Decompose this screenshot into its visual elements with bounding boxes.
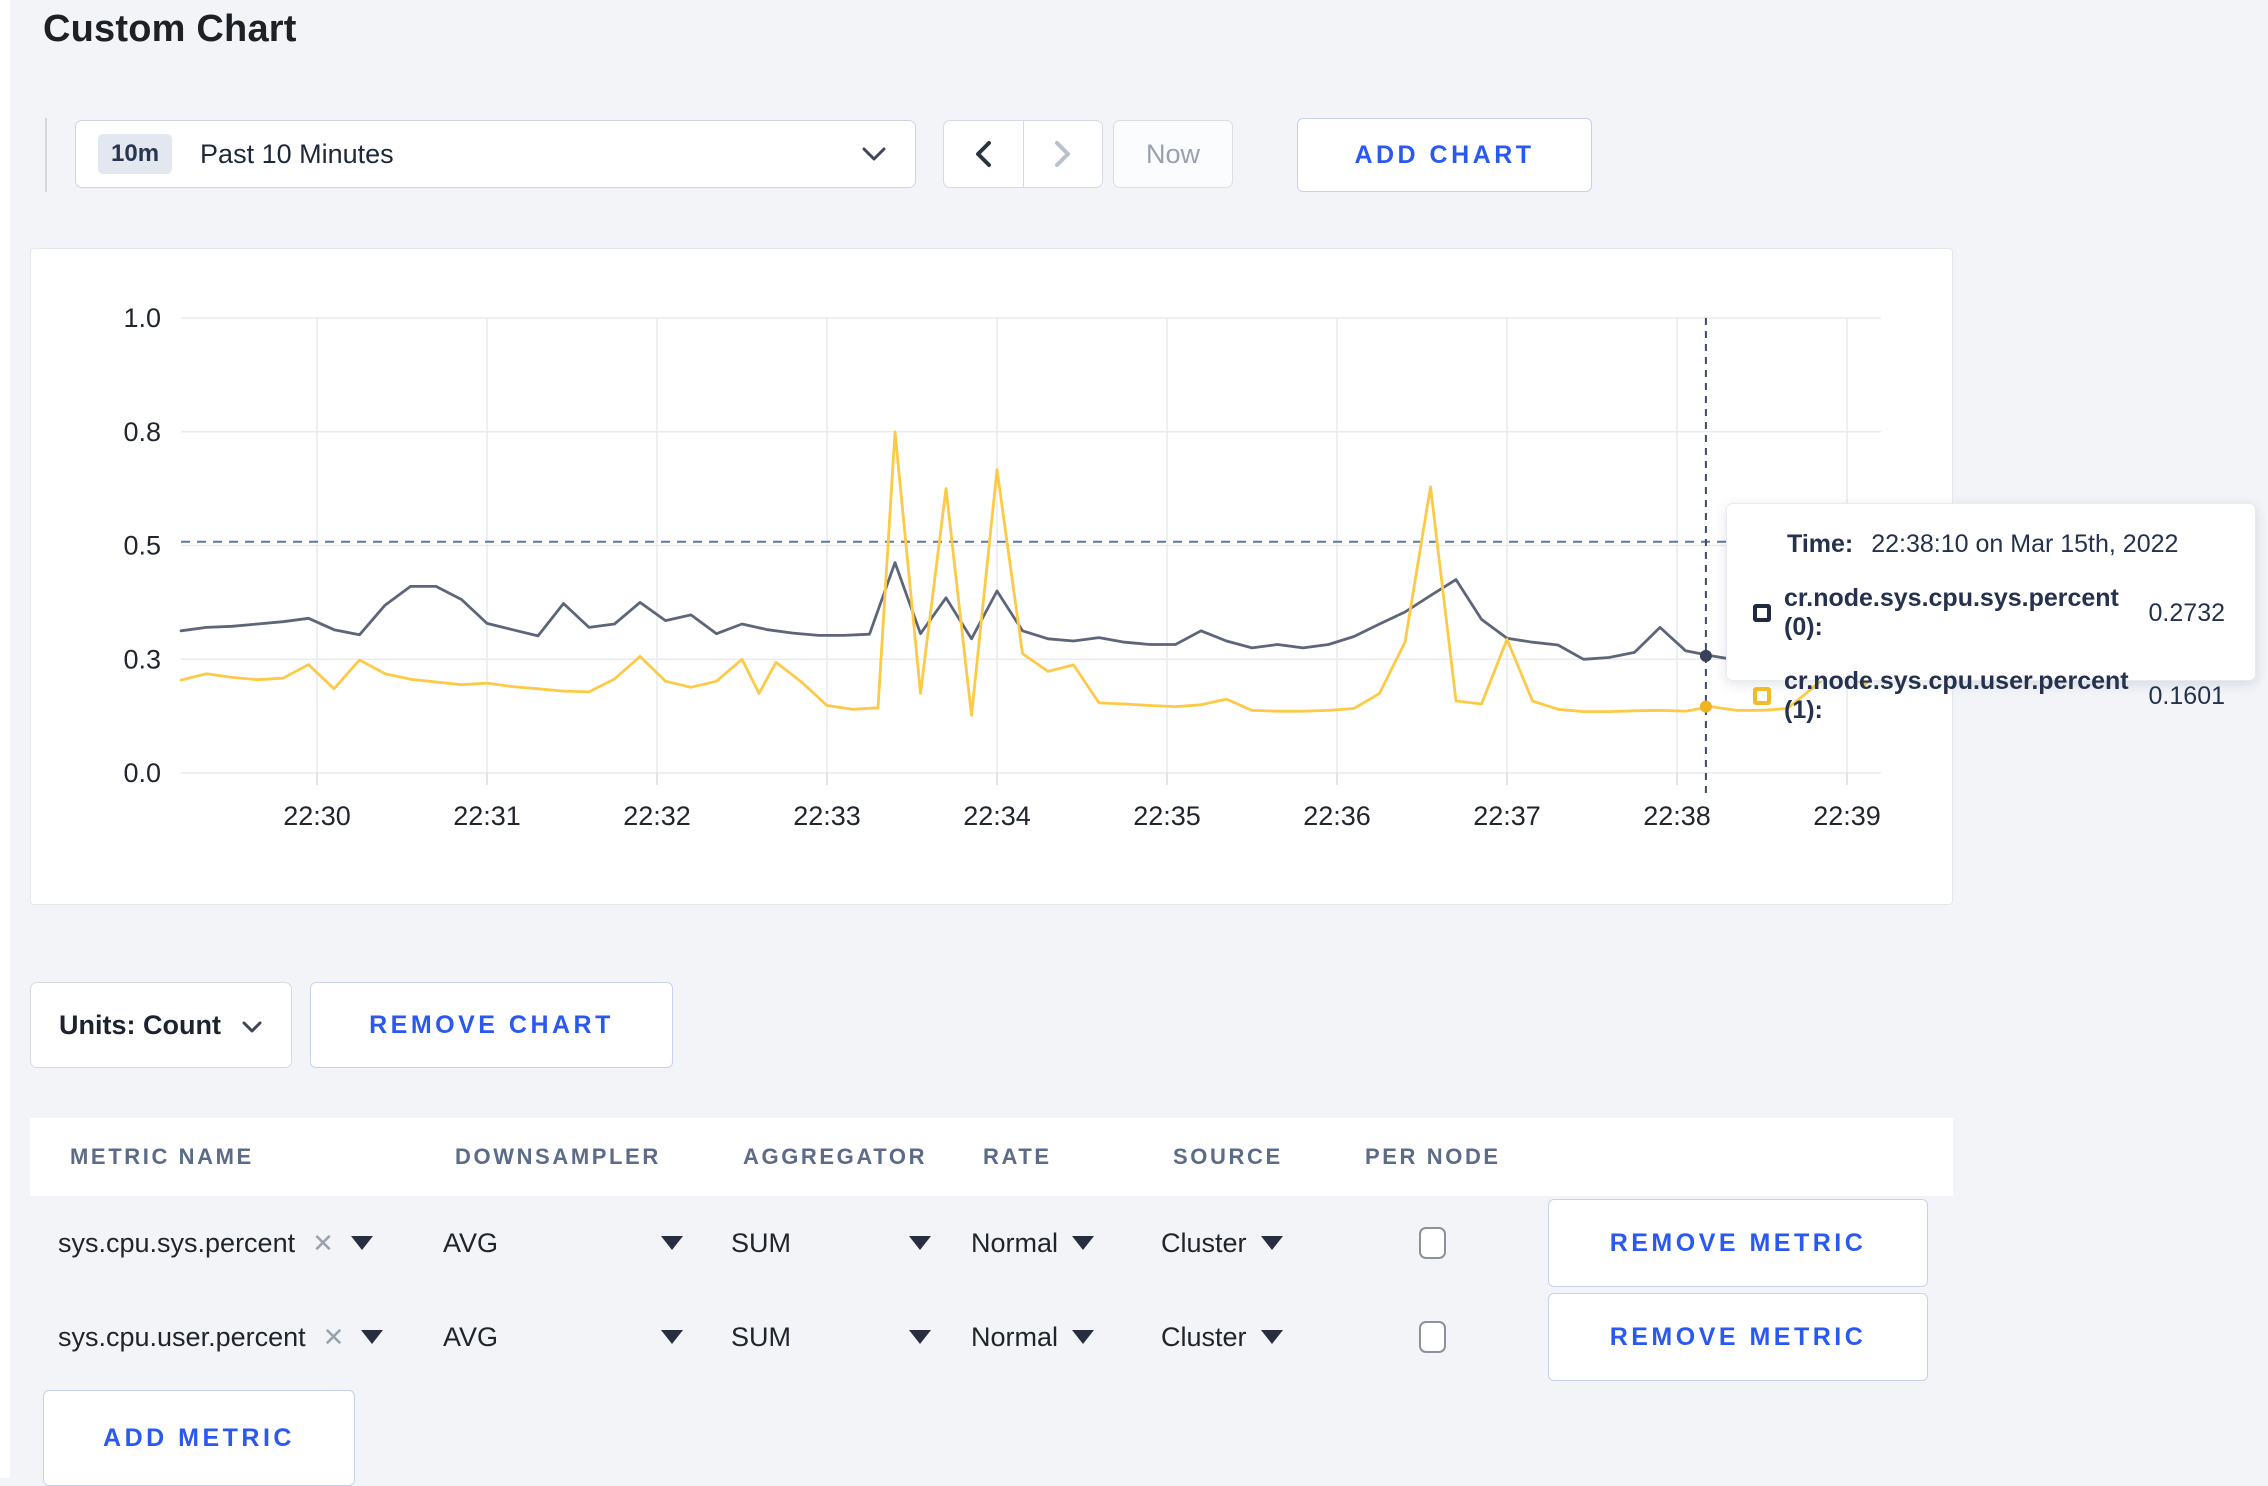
remove-chart-label: REMOVE CHART xyxy=(369,1010,614,1039)
tooltip-series-label: cr.node.sys.cpu.sys.percent (0): xyxy=(1784,584,2119,641)
x-axis-tick-label: 22:33 xyxy=(793,801,861,831)
y-axis-tick-label: 1.0 xyxy=(123,303,161,333)
column-header-downsampler: DOWNSAMPLER xyxy=(455,1144,661,1169)
time-range-selector[interactable]: 10m Past 10 Minutes xyxy=(75,120,916,188)
chart-card: 0.0 0.3 0.5 0.8 1.0 22:30 22:31 22:32 22:33 22:34… xyxy=(30,248,1953,905)
chevron-down-icon xyxy=(241,1010,263,1041)
remove-metric-button[interactable]: REMOVE METRIC xyxy=(1548,1293,1928,1381)
toolbar-divider xyxy=(45,118,47,192)
rate-select[interactable]: Normal xyxy=(971,1322,1161,1353)
x-axis-tick-label: 22:38 xyxy=(1643,801,1711,831)
tooltip-series-row: cr.node.sys.cpu.user.percent (1): 0.1601 xyxy=(1753,667,2225,725)
units-label: Units: Count xyxy=(59,1009,221,1040)
y-axis-tick-label: 0.3 xyxy=(123,644,161,674)
source-value: Cluster xyxy=(1161,1321,1247,1352)
time-range-badge: 10m xyxy=(98,134,173,174)
crosshair-dot xyxy=(1699,700,1712,713)
next-time-button[interactable] xyxy=(1022,121,1103,187)
now-button-label: Now xyxy=(1145,138,1200,169)
downsampler-select[interactable]: AVG xyxy=(443,1228,731,1259)
downsampler-select[interactable]: AVG xyxy=(443,1322,731,1353)
series-swatch-icon xyxy=(1753,604,1771,622)
units-selector[interactable]: Units: Count xyxy=(30,982,292,1068)
x-axis-tick-label: 22:36 xyxy=(1303,801,1371,831)
triangle-down-icon[interactable] xyxy=(1072,1330,1095,1344)
crosshair-dot xyxy=(1699,649,1712,662)
x-axis-tick-label: 22:35 xyxy=(1133,801,1201,831)
x-axis-tick-label: 22:34 xyxy=(963,801,1031,831)
triangle-down-icon[interactable] xyxy=(1260,1236,1283,1250)
aggregator-value[interactable]: SUM xyxy=(731,1228,791,1259)
tooltip-series-value: 0.2732 xyxy=(2148,598,2225,627)
tooltip-time-label: Time: xyxy=(1787,530,1854,558)
rate-select[interactable]: Normal xyxy=(971,1228,1161,1259)
triangle-down-icon[interactable] xyxy=(350,1236,373,1250)
remove-chart-button[interactable]: REMOVE CHART xyxy=(310,982,673,1068)
metrics-table-header: METRIC NAME DOWNSAMPLER AGGREGATOR RATE SOUR… xyxy=(30,1118,1953,1196)
chart-tooltip: Time: 22:38:10 on Mar 15th, 2022 cr.node… xyxy=(1726,503,2256,724)
triangle-down-icon[interactable] xyxy=(661,1330,683,1344)
series-line-cr.node.sys.cpu.user.percent xyxy=(179,430,1883,717)
metric-row: sys.cpu.sys.percent ✕ AVG SUM Normal Cluster R… xyxy=(30,1196,1953,1290)
tooltip-time-value: 22:38:10 on Mar 15th, 2022 xyxy=(1871,530,2179,558)
x-axis-tick-label: 22:31 xyxy=(453,801,521,831)
downsampler-value[interactable]: AVG xyxy=(443,1322,498,1353)
aggregator-select[interactable]: SUM xyxy=(731,1228,971,1259)
downsampler-value[interactable]: AVG xyxy=(443,1228,498,1259)
column-header-aggregator: AGGREGATOR xyxy=(743,1144,928,1169)
line-chart[interactable]: 0.0 0.3 0.5 0.8 1.0 22:30 22:31 22:32 22:33 22:34… xyxy=(31,249,1954,906)
column-header-source: SOURCE xyxy=(1173,1144,1283,1169)
now-button[interactable]: Now xyxy=(1113,120,1233,188)
column-header-metric-name: METRIC NAME xyxy=(70,1144,254,1169)
page-left-gutter xyxy=(0,0,10,1478)
per-node-checkbox[interactable] xyxy=(1419,1227,1446,1259)
tooltip-series-value: 0.1601 xyxy=(2148,681,2225,710)
page-title: Custom Chart xyxy=(43,8,297,50)
source-value: Cluster xyxy=(1161,1227,1247,1258)
add-metric-label: ADD METRIC xyxy=(103,1423,295,1452)
triangle-down-icon[interactable] xyxy=(1072,1236,1095,1250)
x-axis-tick-label: 22:37 xyxy=(1473,801,1541,831)
series-swatch-icon xyxy=(1753,687,1771,705)
tooltip-series-label: cr.node.sys.cpu.user.percent (1): xyxy=(1784,667,2129,724)
aggregator-value[interactable]: SUM xyxy=(731,1322,791,1353)
time-nav-group xyxy=(943,120,1103,188)
y-axis-tick-label: 0.0 xyxy=(123,758,161,788)
source-select[interactable]: Cluster xyxy=(1161,1228,1353,1259)
x-axis-tick-label: 22:32 xyxy=(623,801,691,831)
add-metric-button[interactable]: ADD METRIC xyxy=(43,1390,355,1486)
chevron-down-icon xyxy=(861,146,887,162)
per-node-checkbox[interactable] xyxy=(1419,1321,1446,1353)
metric-row: sys.cpu.user.percent ✕ AVG SUM Normal Cluster… xyxy=(30,1290,1953,1384)
metric-name-value[interactable]: sys.cpu.user.percent xyxy=(58,1322,306,1353)
triangle-down-icon[interactable] xyxy=(909,1330,931,1344)
metrics-table-body: sys.cpu.sys.percent ✕ AVG SUM Normal Cluster R… xyxy=(30,1196,1953,1384)
x-icon[interactable]: ✕ xyxy=(323,1324,345,1350)
metric-name-value[interactable]: sys.cpu.sys.percent xyxy=(58,1228,295,1259)
chevron-left-icon xyxy=(974,140,992,168)
column-header-per-node: PER NODE xyxy=(1365,1144,1501,1169)
triangle-down-icon[interactable] xyxy=(1260,1330,1283,1344)
time-range-label: Past 10 Minutes xyxy=(200,138,394,169)
rate-value: Normal xyxy=(971,1227,1059,1258)
source-select[interactable]: Cluster xyxy=(1161,1322,1353,1353)
x-icon[interactable]: ✕ xyxy=(312,1230,334,1256)
triangle-down-icon[interactable] xyxy=(909,1236,931,1250)
x-axis-tick-label: 22:30 xyxy=(283,801,351,831)
y-axis-tick-label: 0.8 xyxy=(123,417,161,447)
prev-time-button[interactable] xyxy=(944,121,1023,187)
aggregator-select[interactable]: SUM xyxy=(731,1322,971,1353)
series-line-cr.node.sys.cpu.sys.percent xyxy=(179,561,1883,662)
add-chart-label: ADD CHART xyxy=(1354,140,1535,169)
triangle-down-icon[interactable] xyxy=(361,1330,384,1344)
y-axis-tick-label: 0.5 xyxy=(123,531,161,561)
chevron-right-icon xyxy=(1054,140,1072,168)
x-axis-tick-label: 22:39 xyxy=(1813,801,1881,831)
triangle-down-icon[interactable] xyxy=(661,1236,683,1250)
add-chart-button[interactable]: ADD CHART xyxy=(1297,118,1592,192)
column-header-rate: RATE xyxy=(983,1144,1052,1169)
rate-value: Normal xyxy=(971,1321,1059,1352)
tooltip-series-row: cr.node.sys.cpu.sys.percent (0): 0.2732 xyxy=(1753,584,2225,642)
remove-metric-button[interactable]: REMOVE METRIC xyxy=(1548,1199,1928,1287)
